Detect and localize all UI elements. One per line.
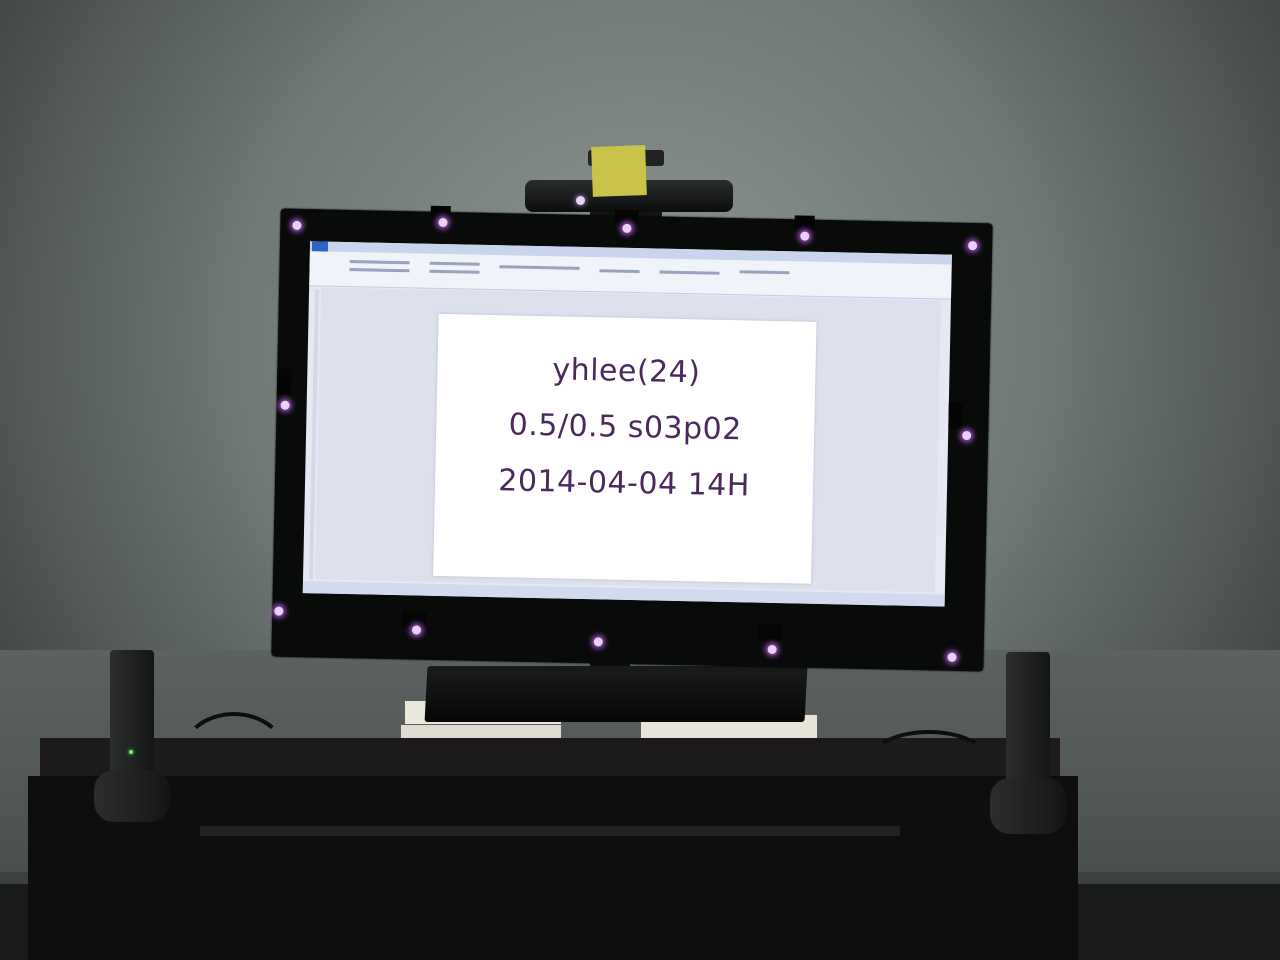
marker-dot [767, 644, 777, 655]
page-line-date: 2014-04-04 14H [497, 463, 751, 504]
marker-tab [757, 624, 783, 642]
sensor-light-icon [576, 196, 585, 205]
monitor-screen: yhlee(24) 0.5/0.5 s03p02 2014-04-04 14H [302, 241, 952, 607]
power-led-icon [129, 750, 133, 754]
brand-logo [590, 625, 630, 634]
cable [180, 712, 288, 800]
ribbon-item [349, 260, 410, 265]
marker-tab [948, 402, 963, 429]
marker-dot [962, 430, 972, 441]
marker-tab [794, 215, 815, 230]
marker-dot [438, 217, 448, 228]
marker-dot [411, 625, 422, 635]
marker-dot [274, 606, 284, 616]
document-page: yhlee(24) 0.5/0.5 s03p02 2014-04-04 14H [433, 313, 817, 584]
cable [870, 730, 988, 788]
sticky-note [591, 145, 647, 197]
page-line-name: yhlee(24) [552, 352, 701, 391]
page-line-ratio: 0.5/0.5 s03p02 [508, 407, 743, 448]
marker-dot [280, 400, 290, 410]
marker-dot [292, 220, 302, 231]
ribbon-item [349, 268, 410, 273]
left-speaker-base [94, 770, 170, 822]
ribbon-item [429, 269, 480, 274]
left-speaker [110, 650, 154, 790]
marker-dot [968, 240, 978, 251]
ribbon-item [659, 270, 720, 275]
cabinet-shelf [200, 826, 900, 836]
ribbon-item [739, 270, 790, 275]
marker-dot [622, 223, 632, 233]
monitor: yhlee(24) 0.5/0.5 s03p02 2014-04-04 14H [271, 205, 993, 672]
marker-tab [614, 209, 639, 225]
ribbon-item [499, 265, 580, 270]
right-speaker-base [990, 778, 1066, 834]
tv-cabinet [28, 776, 1078, 960]
office-button-icon [311, 241, 329, 252]
monitor-stand-base [424, 666, 808, 722]
ribbon-item [599, 269, 640, 274]
marker-tab [276, 368, 292, 395]
marker-dot [947, 652, 957, 662]
marker-dot [593, 637, 603, 647]
marker-dot [800, 231, 810, 241]
ribbon-item [429, 261, 480, 266]
